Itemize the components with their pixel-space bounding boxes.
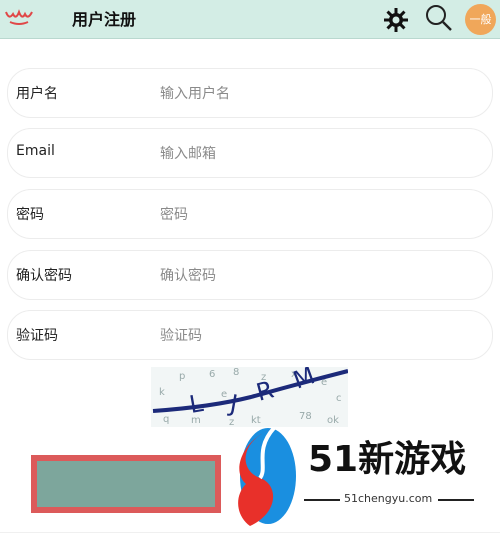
watermark-url: 51chengyu.com: [344, 492, 433, 505]
app-window: 用户注册 一般 用户名 Em: [0, 0, 500, 552]
svg-text:q: q: [163, 414, 169, 425]
page-title: 用户注册: [72, 10, 137, 29]
username-input[interactable]: [158, 80, 462, 108]
captcha-input[interactable]: [158, 322, 462, 350]
field-label-username: 用户名: [16, 86, 58, 102]
field-label-captcha: 验证码: [16, 328, 58, 344]
bottom-strip: [0, 532, 500, 552]
field-label-confirm-password: 确认密码: [16, 268, 72, 284]
password-input[interactable]: [158, 201, 462, 229]
field-label-password: 密码: [16, 207, 44, 223]
header-bar: 用户注册 一般: [0, 0, 500, 39]
field-row-password[interactable]: 密码: [7, 189, 493, 239]
svg-text:k: k: [159, 387, 165, 398]
gear-icon[interactable]: [383, 7, 409, 33]
watermark-brand: 51新游戏: [308, 439, 467, 480]
svg-text:8: 8: [233, 367, 239, 378]
email-input[interactable]: [158, 140, 462, 168]
watermark: 51新游戏 51chengyu.com: [234, 420, 500, 532]
watermark-divider-right: [438, 499, 474, 501]
avatar[interactable]: 一般: [465, 4, 496, 35]
field-row-confirm-password[interactable]: 确认密码: [7, 250, 493, 300]
field-label-email: Email: [16, 143, 55, 159]
field-row-username[interactable]: 用户名: [7, 68, 493, 118]
svg-text:p: p: [179, 371, 185, 382]
confirm-password-input[interactable]: [158, 262, 462, 290]
svg-text:6: 6: [209, 369, 215, 380]
svg-text:e: e: [221, 389, 227, 400]
search-icon[interactable]: [424, 3, 454, 33]
crown-logo-icon[interactable]: [4, 6, 34, 28]
captcha-image[interactable]: p68 z xe kec cq m z kt 78 ok L J R M: [151, 367, 348, 427]
brand-logo-icon: [238, 426, 296, 526]
field-row-email[interactable]: Email: [7, 128, 493, 178]
submit-button[interactable]: [31, 455, 221, 513]
field-row-captcha[interactable]: 验证码: [7, 310, 493, 360]
svg-text:c: c: [336, 393, 342, 404]
watermark-divider-left: [304, 499, 340, 501]
